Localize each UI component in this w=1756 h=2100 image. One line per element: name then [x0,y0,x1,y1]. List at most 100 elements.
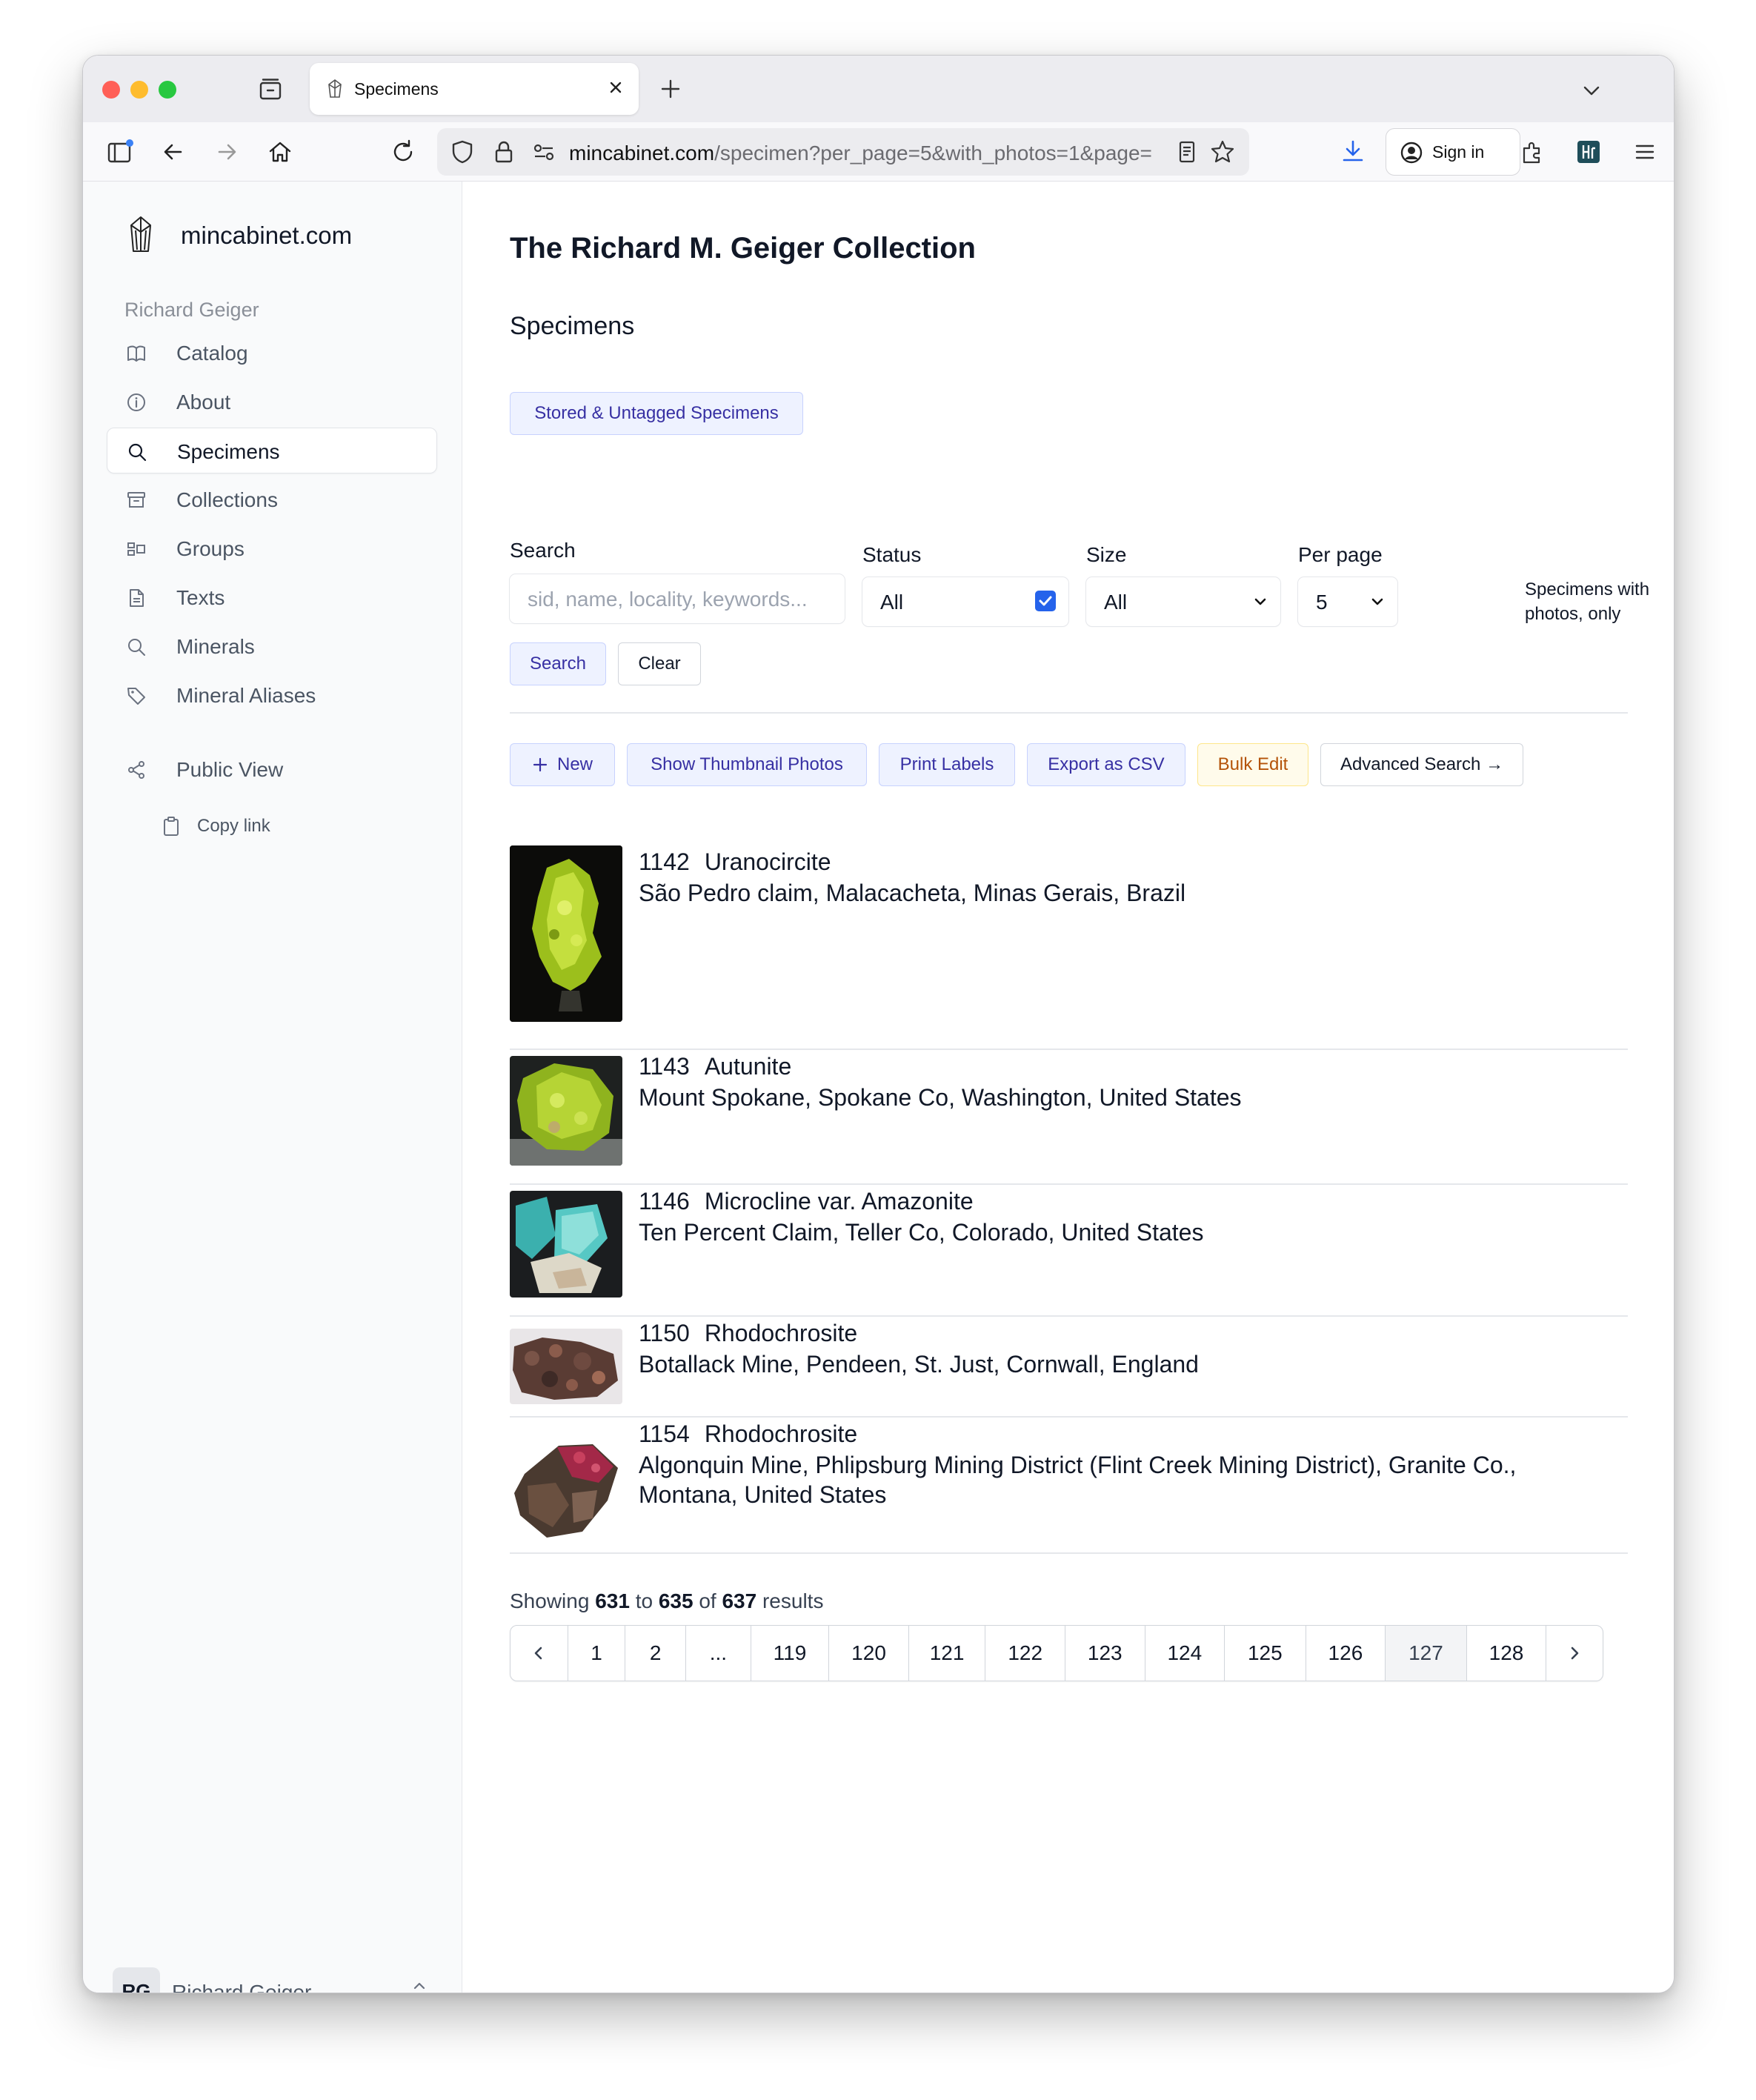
specimen-heading[interactable]: 1150 Rhodochrosite [639,1320,857,1347]
bulk-edit-button[interactable]: Bulk Edit [1197,743,1308,786]
page-button[interactable]: 2 [625,1626,687,1681]
photos-only-label[interactable]: Specimens with photos, only [1525,577,1674,626]
photos-only-checkbox[interactable] [1035,591,1056,611]
crystal-logo-icon[interactable] [127,216,154,254]
specimen-photo-rhodochrosite-botallack[interactable] [510,1329,622,1404]
copy-link-button[interactable]: Copy link [162,811,310,841]
specimen-photo-rhodochrosite-algonquin[interactable] [510,1431,622,1541]
lock-icon[interactable] [489,137,519,167]
print-labels-button[interactable]: Print Labels [879,743,1015,786]
reload-icon[interactable] [388,137,418,167]
chevron-down-icon[interactable] [1580,79,1603,102]
page-title: The Richard M. Geiger Collection [510,232,976,265]
specimen-heading[interactable]: 1146 Microcline var. Amazonite [639,1188,974,1215]
specimen-row[interactable]: 1154 Rhodochrosite Algonquin Mine, Phlips… [510,1418,1628,1554]
download-icon[interactable] [1338,137,1368,167]
page-button[interactable]: 128 [1467,1626,1547,1681]
sidebar-item-about[interactable]: About [107,379,437,425]
brand-name[interactable]: mincabinet.com [181,222,352,250]
page-ellipsis: ... [686,1626,751,1681]
sidebar-item-collections[interactable]: Collections [107,476,437,522]
hamburger-menu-icon[interactable] [1630,137,1660,167]
page-button[interactable]: 123 [1065,1626,1145,1681]
home-icon[interactable] [265,137,295,167]
specimen-row[interactable]: 1146 Microcline var. Amazonite Ten Percen… [510,1185,1628,1317]
page-button[interactable]: 125 [1225,1626,1306,1681]
sign-in-button[interactable]: Sign in [1386,128,1520,176]
advanced-search-button[interactable]: Advanced Search → [1320,743,1523,786]
per-page-select[interactable]: 5 [1298,577,1397,626]
specimen-row[interactable]: 1143 Autunite Mount Spokane, Spokane Co, … [510,1050,1628,1185]
section-title: Specimens [510,312,635,340]
specimen-row[interactable]: 1150 Rhodochrosite Botallack Mine, Pendee… [510,1317,1628,1418]
new-button[interactable]: New [510,743,615,786]
row-divider [510,1552,1628,1554]
zoom-window-button[interactable] [159,81,176,99]
close-window-button[interactable] [102,81,120,99]
sidebar-item-label: Groups [176,537,245,560]
page-button[interactable]: 121 [909,1626,986,1681]
next-page-button[interactable] [1546,1626,1603,1681]
specimen-row[interactable]: 1142 Uranocircite São Pedro claim, Malaca… [510,845,1628,1050]
page-button[interactable]: 126 [1306,1626,1386,1681]
chevron-down-icon [1252,594,1268,610]
page-button[interactable]: 124 [1145,1626,1225,1681]
specimen-heading[interactable]: 1143 Autunite [639,1053,791,1080]
minimize-window-button[interactable] [130,81,148,99]
specimen-heading[interactable]: 1142 Uranocircite [639,848,831,876]
sidebar-item-texts[interactable]: Texts [107,574,437,620]
search-icon [126,637,147,657]
specimen-sid: 1143 [639,1053,690,1080]
current-page-button[interactable]: 127 [1386,1626,1467,1681]
export-csv-button[interactable]: Export as CSV [1027,743,1185,786]
size-select[interactable]: All [1086,577,1280,626]
new-tab-icon[interactable] [658,76,683,102]
back-arrow-icon[interactable] [159,137,188,167]
url-text[interactable]: mincabinet.com/specimen?per_page=5&with_… [569,142,1162,165]
crystal-favicon-icon [326,79,344,99]
page-button[interactable]: 122 [985,1626,1065,1681]
results-summary: Showing 631 to 635 of 637 results [510,1589,823,1613]
specimen-sid: 1142 [639,848,690,875]
browser-tab[interactable]: Specimens [310,63,639,115]
info-circle-icon [126,392,147,413]
sidebar-item-public-view[interactable]: Public View [107,746,437,792]
extension-app-icon[interactable] [1574,137,1603,167]
account-icon [1397,138,1426,167]
forward-arrow-icon[interactable] [212,137,242,167]
previous-page-button[interactable] [510,1626,568,1681]
specimen-heading[interactable]: 1154 Rhodochrosite [639,1421,857,1448]
search-input[interactable]: sid, name, locality, keywords... [510,574,845,623]
tab-groups-icon[interactable] [258,76,283,102]
specimen-locality: Botallack Mine, Pendeen, St. Just, Cornw… [639,1351,1199,1378]
tab-bar: Specimens [83,56,1674,122]
stored-untagged-button[interactable]: Stored & Untagged Specimens [510,392,803,435]
clear-button[interactable]: Clear [618,642,701,685]
sidebar-item-label: Public View [176,758,284,781]
sidebar-item-specimens[interactable]: Specimens [107,428,437,474]
specimen-photo-uranocircite[interactable] [510,845,622,1022]
sidebar-toggle-icon[interactable] [105,137,135,167]
site-permissions-icon[interactable] [529,137,559,167]
pagination: 1 2 ... 119 120 121 122 123 124 125 126 … [510,1625,1603,1681]
specimen-photo-autunite[interactable] [510,1056,622,1166]
sidebar-item-catalog[interactable]: Catalog [107,330,437,376]
search-button[interactable]: Search [510,642,606,685]
sidebar-item-minerals[interactable]: Minerals [107,623,437,669]
user-menu[interactable]: RG Richard Geiger [113,1967,431,1993]
sidebar-item-groups[interactable]: Groups [107,525,437,571]
results-from: 631 [595,1589,630,1612]
close-tab-icon[interactable] [605,76,627,99]
reader-view-icon[interactable] [1172,137,1202,167]
extensions-icon[interactable] [1517,137,1547,167]
specimen-photo-amazonite[interactable] [510,1191,622,1297]
page-button[interactable]: 1 [568,1626,626,1681]
show-thumbnails-button[interactable]: Show Thumbnail Photos [627,743,867,786]
bookmark-star-icon[interactable] [1208,137,1237,167]
url-bar[interactable]: mincabinet.com/specimen?per_page=5&with_… [437,128,1249,176]
shield-icon[interactable] [448,137,477,167]
page-button[interactable]: 120 [829,1626,909,1681]
page-button[interactable]: 119 [751,1626,830,1681]
sidebar-item-mineral-aliases[interactable]: Mineral Aliases [107,672,437,718]
specimen-sid: 1150 [639,1320,690,1346]
